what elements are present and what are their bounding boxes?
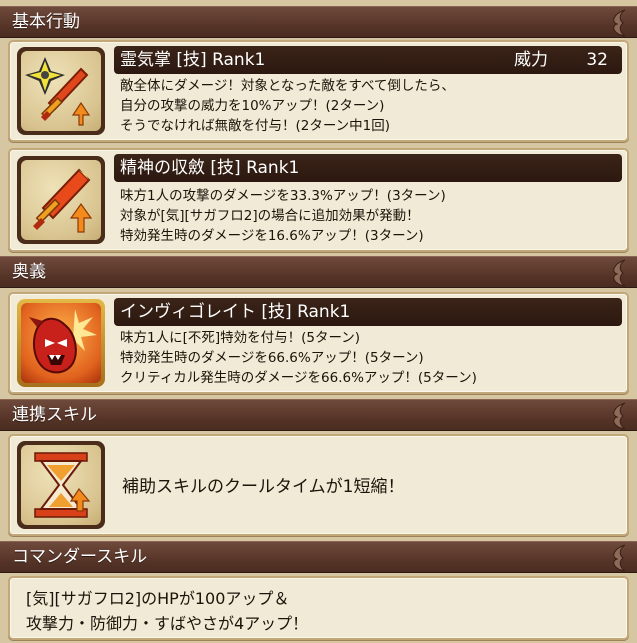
description-line: 味方1人に[不死]特効を付与！(5ターン) <box>120 330 361 346</box>
shuriken-sword-icon <box>25 57 91 126</box>
scroll-curl-icon <box>613 402 626 430</box>
skill-description: 味方1人の攻撃のダメージを33.3%アップ！(3ターン) 対象が[気][サガフロ… <box>120 186 446 246</box>
description-line: [気][サガフロ2]のHPが100アップ＆ <box>26 589 290 608</box>
section-header-basic: 基本行動 <box>0 6 637 38</box>
section-title: 奥義 <box>12 262 46 282</box>
link-skill-text: 補助スキルのクールタイムが1短縮！ <box>122 477 405 497</box>
power-value: 32 <box>586 50 608 70</box>
skill-name: 精神の収斂 [技] Rank1 <box>120 158 300 178</box>
skill-icon-frame <box>17 299 105 387</box>
scroll-curl-icon <box>613 544 626 572</box>
section-title: コマンダースキル <box>12 547 148 567</box>
skill-icon-frame <box>17 441 105 529</box>
skill-card[interactable]: 精神の収斂 [技] Rank1 味方1人の攻撃のダメージを33.3%アップ！(3… <box>8 148 629 252</box>
description-line: そうでなければ無敵を付与！(2ターン中1回) <box>120 118 391 134</box>
section-header-ougi: 奥義 <box>0 256 637 288</box>
section-header-commander: コマンダースキル <box>0 541 637 573</box>
scroll-curl-icon <box>613 9 626 37</box>
ougi-card[interactable]: インヴィゴレイト [技] Rank1 味方1人に[不死]特効を付与！(5ターン)… <box>8 292 629 394</box>
hourglass-arrow-icon <box>34 452 91 518</box>
scroll-curl-icon <box>613 259 626 287</box>
skill-description: 味方1人に[不死]特効を付与！(5ターン) 特効発生時のダメージを66.6%アッ… <box>120 328 477 388</box>
description-line: 味方1人の攻撃のダメージを33.3%アップ！(3ターン) <box>120 188 446 204</box>
description-line: 特効発生時のダメージを16.6%アップ！(3ターン) <box>120 228 424 244</box>
red-demon-face-icon <box>29 309 97 374</box>
skill-name-bar: インヴィゴレイト [技] Rank1 <box>114 298 622 326</box>
section-title: 基本行動 <box>12 12 80 32</box>
description-line: 対象が[気][サガフロ2]の場合に追加効果が発動！ <box>120 208 420 224</box>
description-line: 特効発生時のダメージを66.6%アップ！(5ターン) <box>120 350 424 366</box>
skill-name: 霊気掌 [技] Rank1 <box>120 50 266 70</box>
commander-skill-description: [気][サガフロ2]のHPが100アップ＆ 攻撃力・防御力・すばやさが4アップ！ <box>26 586 308 636</box>
skill-name-bar: 霊気掌 [技] Rank1 威力 32 <box>114 46 622 74</box>
description-line: クリティカル発生時のダメージを66.6%アップ！(5ターン) <box>120 370 477 386</box>
skill-icon-frame <box>17 47 105 135</box>
skill-card[interactable]: 霊気掌 [技] Rank1 威力 32 敵全体にダメージ！対象となった敵をすべて… <box>8 40 629 142</box>
sword-up-arrow-icon <box>33 168 93 233</box>
description-line: 敵全体にダメージ！対象となった敵をすべて倒したら、 <box>120 78 455 94</box>
link-skill-card[interactable]: 補助スキルのクールタイムが1短縮！ <box>8 434 629 536</box>
section-header-link: 連携スキル <box>0 399 637 431</box>
description-line: 攻撃力・防御力・すばやさが4アップ！ <box>26 614 309 633</box>
power-label: 威力 <box>514 50 548 70</box>
skill-name-bar: 精神の収斂 [技] Rank1 <box>114 154 622 182</box>
description-line: 自分の攻撃の威力を10%アップ！(2ターン) <box>120 98 385 114</box>
skill-description: 敵全体にダメージ！対象となった敵をすべて倒したら、 自分の攻撃の威力を10%アッ… <box>120 76 455 136</box>
skill-icon-frame <box>17 156 105 244</box>
commander-skill-card[interactable]: [気][サガフロ2]のHPが100アップ＆ 攻撃力・防御力・すばやさが4アップ！ <box>8 576 629 640</box>
section-title: 連携スキル <box>12 405 97 425</box>
skill-name: インヴィゴレイト [技] Rank1 <box>120 302 351 322</box>
